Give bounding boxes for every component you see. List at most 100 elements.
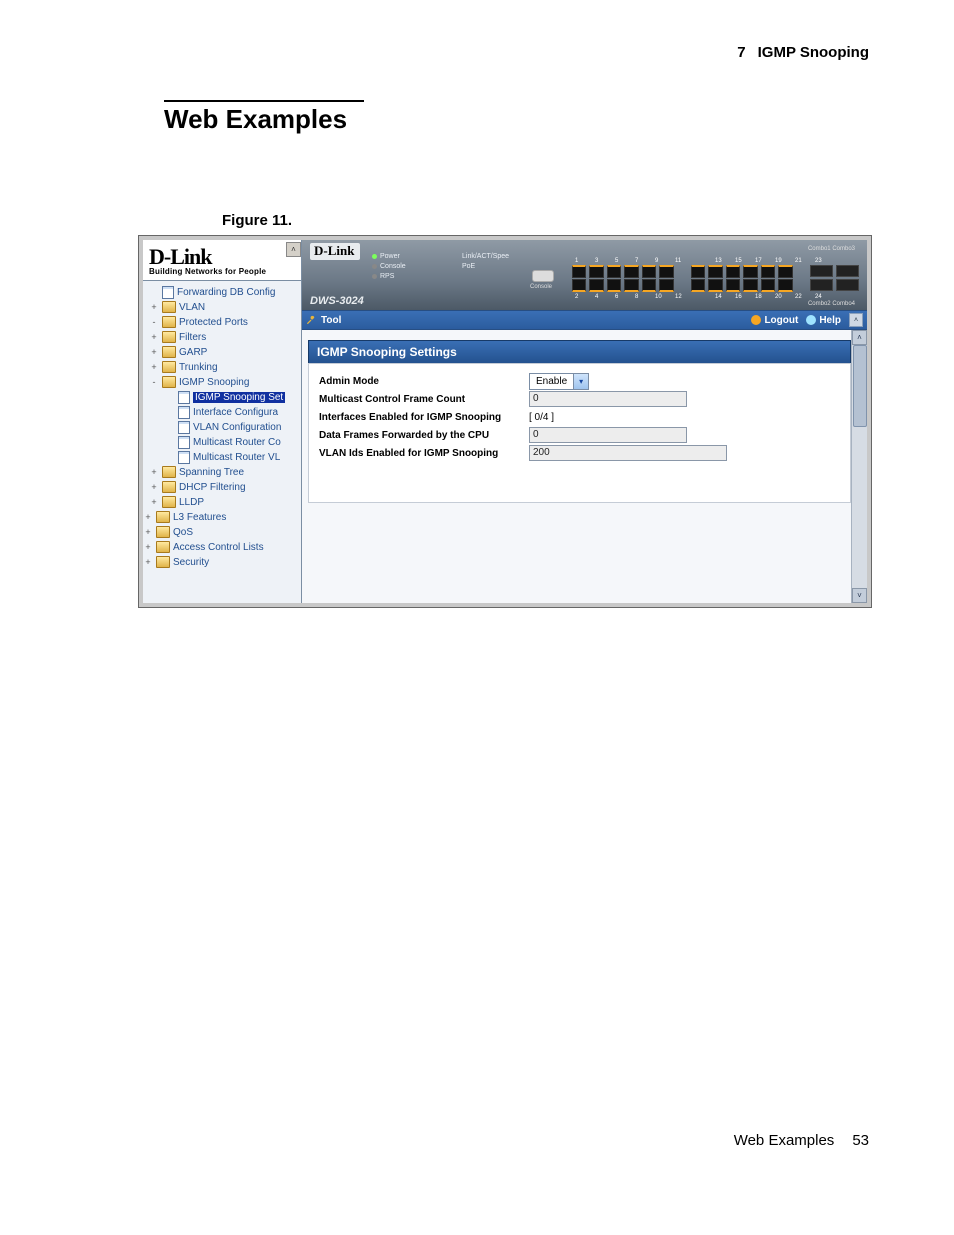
page-icon bbox=[178, 451, 190, 464]
status-led: Console bbox=[372, 262, 406, 272]
nav-item-label: IGMP Snooping bbox=[179, 377, 249, 388]
port-number: 6 bbox=[615, 294, 628, 300]
scroll-thumb[interactable] bbox=[853, 345, 867, 427]
nav-item[interactable]: Multicast Router Co bbox=[143, 435, 301, 450]
nav-item[interactable]: +DHCP Filtering bbox=[143, 480, 301, 495]
help-icon bbox=[806, 315, 816, 325]
port-number bbox=[695, 258, 708, 264]
combo-slot-icon bbox=[810, 279, 833, 291]
panel-body: Admin ModeEnable▾Multicast Control Frame… bbox=[308, 363, 851, 503]
expand-icon[interactable]: + bbox=[149, 467, 159, 477]
nav-item[interactable]: IGMP Snooping Set bbox=[143, 390, 301, 405]
scroll-down-icon[interactable]: ˅ bbox=[852, 588, 867, 603]
nav-item[interactable]: +Trunking bbox=[143, 360, 301, 375]
port-number: 11 bbox=[675, 258, 688, 264]
led-dot-icon bbox=[372, 274, 377, 279]
folder-icon bbox=[156, 511, 170, 523]
port-icon bbox=[572, 279, 586, 292]
expand-icon[interactable]: + bbox=[143, 542, 153, 552]
toolbar: Tool Logout Help ˄ bbox=[302, 310, 867, 330]
nav-item[interactable]: + VLAN bbox=[143, 300, 301, 315]
port-icon bbox=[691, 279, 705, 292]
nav-item[interactable]: +QoS bbox=[143, 525, 301, 540]
device-brand: D-Link bbox=[310, 243, 360, 260]
screenshot-inner: ˄ D-Link Building Networks for People Fo… bbox=[143, 240, 867, 603]
nav-item[interactable]: - IGMP Snooping bbox=[143, 375, 301, 390]
expand-icon[interactable]: + bbox=[149, 482, 159, 492]
scroll-up-icon[interactable]: ˄ bbox=[852, 330, 867, 345]
port-icon bbox=[691, 265, 705, 278]
expand-icon[interactable]: - bbox=[149, 317, 159, 327]
expand-icon[interactable]: + bbox=[149, 302, 159, 312]
port-number: 9 bbox=[655, 258, 668, 264]
folder-icon bbox=[162, 361, 176, 373]
port-icon bbox=[778, 279, 792, 292]
port-numbers-top: 1357911131517192123 bbox=[575, 258, 859, 264]
expand-icon[interactable]: + bbox=[149, 347, 159, 357]
panel-title: IGMP Snooping Settings bbox=[308, 340, 851, 363]
settings-row: VLAN Ids Enabled for IGMP Snooping200 bbox=[319, 444, 840, 462]
tool-label: Tool bbox=[321, 315, 341, 326]
nav-item-label: VLAN Configuration bbox=[193, 422, 281, 433]
folder-icon bbox=[162, 346, 176, 358]
toolbar-scroll-up[interactable]: ˄ bbox=[849, 313, 863, 327]
expand-icon[interactable]: + bbox=[149, 362, 159, 372]
nav-item[interactable]: + Filters bbox=[143, 330, 301, 345]
combo-slot-icon bbox=[836, 265, 859, 277]
select-value: Enable bbox=[530, 376, 573, 387]
content-scrollbar[interactable]: ˄ ˅ bbox=[851, 330, 867, 603]
logout-label: Logout bbox=[764, 315, 798, 326]
expand-icon[interactable]: + bbox=[143, 527, 153, 537]
port-icon bbox=[778, 265, 792, 278]
content-area: IGMP Snooping Settings Admin ModeEnable▾… bbox=[302, 330, 867, 603]
nav-item[interactable]: +L3 Features bbox=[143, 510, 301, 525]
logout-button[interactable]: Logout bbox=[751, 315, 798, 326]
brand-logo: D-Link bbox=[149, 248, 295, 267]
nav-item[interactable]: Interface Configura bbox=[143, 405, 301, 420]
tool-menu[interactable]: Tool bbox=[306, 315, 341, 326]
page-icon bbox=[178, 436, 190, 449]
expand-icon[interactable]: + bbox=[149, 497, 159, 507]
help-label: Help bbox=[819, 315, 841, 326]
port-number: 5 bbox=[615, 258, 628, 264]
nav-item[interactable]: Forwarding DB Config bbox=[143, 285, 301, 300]
port-number: 17 bbox=[755, 258, 768, 264]
status-led: Power bbox=[372, 252, 406, 262]
folder-icon bbox=[156, 541, 170, 553]
port-icon bbox=[607, 279, 621, 292]
expand-icon[interactable]: + bbox=[143, 512, 153, 522]
nav-item[interactable]: +GARP bbox=[143, 345, 301, 360]
port-number: 19 bbox=[775, 258, 788, 264]
settings-row: Interfaces Enabled for IGMP Snooping[ 0/… bbox=[319, 408, 840, 426]
help-button[interactable]: Help bbox=[806, 315, 841, 326]
port-icon bbox=[624, 265, 638, 278]
settings-label: Multicast Control Frame Count bbox=[319, 394, 529, 405]
footer-label: Web Examples bbox=[734, 1132, 835, 1149]
sidebar-scroll-up[interactable]: ˄ bbox=[286, 242, 301, 257]
chapter-header: 7IGMP Snooping bbox=[737, 44, 869, 61]
port-number: 1 bbox=[575, 258, 588, 264]
nav-item[interactable]: +Security bbox=[143, 555, 301, 570]
nav-item-label: Filters bbox=[179, 332, 206, 343]
nav-item-label: VLAN bbox=[179, 302, 205, 313]
led-label: Power bbox=[380, 253, 400, 260]
expand-icon[interactable]: + bbox=[149, 332, 159, 342]
port-icon bbox=[761, 265, 775, 278]
tool-icon bbox=[306, 315, 317, 326]
nav-item[interactable]: -Protected Ports bbox=[143, 315, 301, 330]
admin-mode-select[interactable]: Enable▾ bbox=[529, 373, 589, 390]
nav-item[interactable]: VLAN Configuration bbox=[143, 420, 301, 435]
nav-item[interactable]: Multicast Router VL bbox=[143, 450, 301, 465]
expand-icon[interactable]: - bbox=[149, 377, 159, 387]
expand-icon[interactable]: + bbox=[143, 557, 153, 567]
nav-item[interactable]: +LLDP bbox=[143, 495, 301, 510]
nav-item[interactable]: +Access Control Lists bbox=[143, 540, 301, 555]
port-icon bbox=[761, 279, 775, 292]
nav-item[interactable]: +Spanning Tree bbox=[143, 465, 301, 480]
main-area: D-Link DWS-3024 PowerConsoleRPS Link/ACT… bbox=[302, 240, 867, 603]
chevron-down-icon[interactable]: ▾ bbox=[573, 374, 588, 389]
page-icon bbox=[178, 421, 190, 434]
port-icon bbox=[642, 265, 656, 278]
readonly-value: 0 bbox=[529, 391, 687, 407]
port-icon bbox=[659, 279, 673, 292]
